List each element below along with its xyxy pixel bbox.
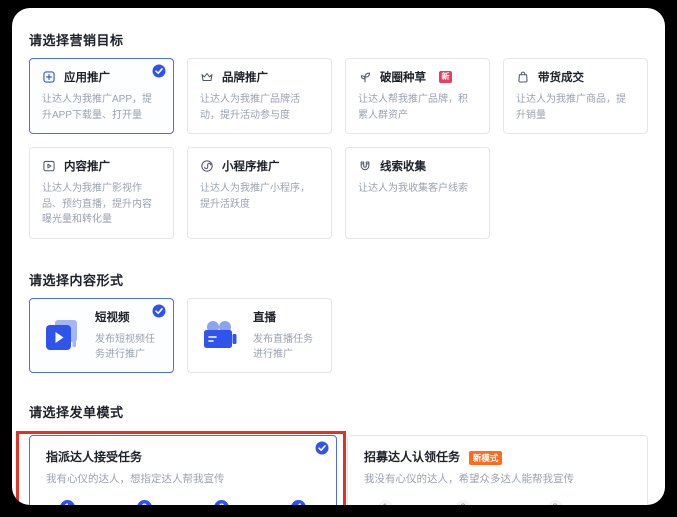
goal-card-desc: 让达人为我收集客户线索 xyxy=(358,181,477,197)
step-item: 2 达人投稿 xyxy=(442,500,484,506)
step-number: 2 xyxy=(456,500,471,506)
goal-card-miniprogram[interactable]: 小程序推广 让达人为我推广小程序，提升活跃度 xyxy=(187,147,332,239)
app-square-plus-icon xyxy=(42,70,56,84)
goal-card-desc: 让达人为我推广小程序，提升活跃度 xyxy=(200,181,319,212)
step-item: 2 发布任务 xyxy=(123,500,165,506)
goal-card-leads[interactable]: 线索收集 让达人为我收集客户线索 xyxy=(345,147,490,239)
mode-card-desc: 我没有心仪的达人，希望众多达人能帮我宣传 xyxy=(364,471,631,486)
format-card-live[interactable]: 直播 发布直播任务进行推广 xyxy=(187,298,332,373)
mode-card-title-text: 招募达人认领任务 xyxy=(364,450,460,464)
goal-card-grid: 应用推广 让达人为我推广APP，提升APP下载量、打开量 品牌推广 让达人为我推… xyxy=(29,58,648,239)
step-item: 1 选择达人 xyxy=(46,500,88,506)
step-number: 1 xyxy=(60,500,75,506)
new-badge: 新 xyxy=(439,71,452,83)
check-icon xyxy=(152,64,166,78)
goal-card-desc: 让达人为我推广影视作品、预约直播，提升内容曝光量和转化量 xyxy=(42,181,161,228)
heading-dispatch-mode: 请选择发单模式 xyxy=(29,402,648,421)
short-video-icon xyxy=(43,318,83,352)
mode-card-title: 招募达人认领任务 新模式 xyxy=(364,448,631,465)
step-item: 1 发布任务 xyxy=(364,500,406,506)
step-number: 3 xyxy=(548,500,563,506)
mode-card-desc: 我有心仪的达人，想指定达人帮我宣传 xyxy=(46,471,320,486)
format-card-short-video[interactable]: 短视频 发布短视频任务进行推广 xyxy=(29,298,174,373)
goal-card-desc: 让达人为我推广品牌活动，提升活动参与度 xyxy=(200,92,319,123)
format-card-title: 短视频 xyxy=(95,312,130,324)
check-icon xyxy=(152,304,166,318)
goal-card-title: 应用推广 xyxy=(64,69,110,85)
goal-card-title: 品牌推广 xyxy=(222,69,268,85)
heading-marketing-goal: 请选择营销目标 xyxy=(29,8,648,49)
miniprogram-icon xyxy=(200,159,214,173)
mode-card-title: 指派达人接受任务 xyxy=(46,448,320,465)
mode-steps: 1 发布任务 2 达人投稿 3 按推广效果结算 xyxy=(364,500,631,506)
format-card-title: 直播 xyxy=(253,312,276,324)
goal-card-sales[interactable]: 带货成交 让达人为我推广商品，提升销量 xyxy=(503,58,648,134)
goal-card-seeding[interactable]: 破圈种草 新 让达人帮我推广品牌，积累人群资产 xyxy=(345,58,490,134)
goal-card-desc: 让达人帮我推广品牌，积累人群资产 xyxy=(358,92,477,123)
play-square-icon xyxy=(42,159,56,173)
format-card-desc: 发布短视频任务进行推广 xyxy=(95,332,160,363)
goal-card-desc: 让达人为我推广APP，提升APP下载量、打开量 xyxy=(42,92,161,123)
goal-card-title: 破圈种草 xyxy=(380,69,426,85)
sprout-icon xyxy=(358,70,372,84)
goal-card-brand-promotion[interactable]: 品牌推广 让达人为我推广品牌活动，提升活动参与度 xyxy=(187,58,332,134)
format-card-grid: 短视频 发布短视频任务进行推广 直播 发布直播任务进行推广 xyxy=(29,298,648,373)
goal-card-title: 小程序推广 xyxy=(222,158,280,174)
magnet-icon xyxy=(358,159,372,173)
live-camera-icon xyxy=(201,318,241,352)
crown-icon xyxy=(200,70,214,84)
step-item: 3 达人交付 xyxy=(201,500,243,506)
mode-card-grid: 指派达人接受任务 我有心仪的达人，想指定达人帮我宣传 1 选择达人 2 发布任务… xyxy=(29,435,648,506)
red-annotation-box xyxy=(16,431,346,506)
shopping-bag-icon xyxy=(516,70,530,84)
goal-card-title: 内容推广 xyxy=(64,158,110,174)
heading-content-format: 请选择内容形式 xyxy=(29,270,648,289)
format-card-desc: 发布直播任务进行推广 xyxy=(253,332,318,363)
goal-card-app-promotion[interactable]: 应用推广 让达人为我推广APP，提升APP下载量、打开量 xyxy=(29,58,174,134)
step-number: 2 xyxy=(137,500,152,506)
check-icon xyxy=(315,441,329,455)
mode-steps: 1 选择达人 2 发布任务 3 达人交付 4 支付订单 xyxy=(46,500,320,506)
step-number: 4 xyxy=(291,500,306,506)
goal-card-title: 带货成交 xyxy=(538,69,584,85)
step-number: 3 xyxy=(214,500,229,506)
new-mode-badge: 新模式 xyxy=(469,451,502,465)
goal-card-title: 线索收集 xyxy=(380,158,426,174)
step-item: 4 支付订单 xyxy=(278,500,320,506)
goal-card-content-promotion[interactable]: 内容推广 让达人为我推广影视作品、预约直播，提升内容曝光量和转化量 xyxy=(29,147,174,239)
step-number: 1 xyxy=(378,500,393,506)
mode-card-assign-creator[interactable]: 指派达人接受任务 我有心仪的达人，想指定达人帮我宣传 1 选择达人 2 发布任务… xyxy=(29,435,337,506)
step-item: 3 按推广效果结算 xyxy=(520,500,590,506)
wizard-panel: 请选择营销目标 应用推广 让达人为我推广APP，提升APP下载量、打开量 品牌推… xyxy=(12,8,665,505)
goal-card-desc: 让达人为我推广商品，提升销量 xyxy=(516,92,635,123)
mode-card-recruit-creator[interactable]: 招募达人认领任务 新模式 我没有心仪的达人，希望众多达人能帮我宣传 1 发布任务… xyxy=(347,435,648,506)
